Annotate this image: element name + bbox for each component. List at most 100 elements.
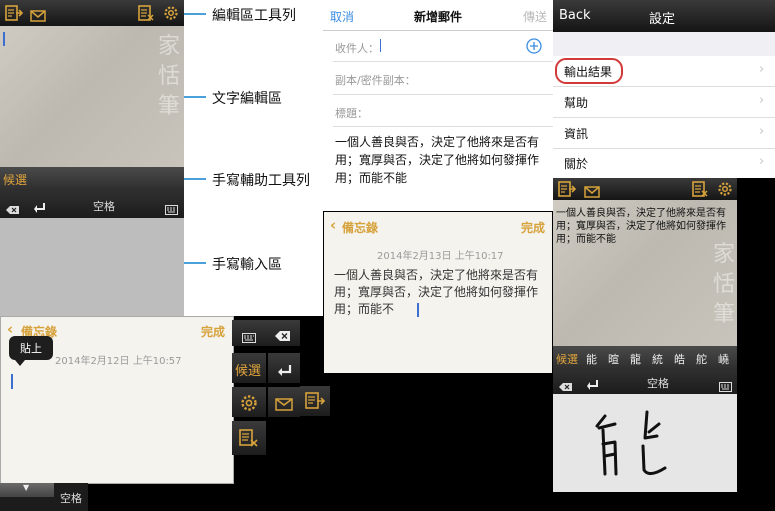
back-button[interactable]: Back [559, 8, 591, 23]
annotation-line [184, 96, 206, 98]
keyboard-icon[interactable] [165, 200, 178, 219]
app-panel-top-left: 家 恬 筆 候選 空格 [0, 0, 184, 316]
keyboard-button[interactable] [232, 320, 266, 346]
memo-done-button[interactable]: 完成 [201, 323, 225, 340]
handwriting-input-area[interactable] [553, 394, 737, 492]
export-button[interactable] [232, 421, 266, 455]
export-icon[interactable] [138, 5, 154, 25]
candidate-item[interactable]: 統 [652, 351, 663, 367]
to-field-cursor[interactable] [380, 39, 381, 52]
memo-screen: ‹ 備忘錄 完成 2014年2月13日 上午10:17 一個人善良與否，決定了他… [324, 212, 552, 373]
settings-spacer [553, 32, 775, 56]
space-key[interactable]: 空格 [60, 490, 82, 506]
candidate-item[interactable]: 皓 [674, 351, 685, 367]
email-compose-screen: 取消 新增郵件 傳送 收件人： 副本/密件副本： 標題： 一個人善良與否，決定了… [323, 0, 553, 211]
delete-icon[interactable] [6, 200, 20, 219]
text-cursor [417, 303, 419, 317]
candidate-label[interactable]: 候選 [556, 351, 578, 367]
watermark: 家 恬 筆 [713, 242, 736, 327]
candidate-item[interactable]: 嶢 [718, 351, 729, 367]
memo-body[interactable]: 一個人善良與否，決定了他將來是否有用；寬厚與否，決定了他將如何發揮作用；而能不 [334, 267, 544, 318]
divider [333, 94, 553, 95]
text-edit-area[interactable]: 家 恬 筆 [0, 26, 184, 167]
mail-icon[interactable] [30, 7, 46, 26]
memo-back-button[interactable]: 備忘錄 [342, 219, 378, 236]
compose-edit-icon[interactable] [5, 5, 24, 25]
gear-icon[interactable] [717, 181, 733, 201]
app-panel-right: 一個人善良與否，決定了他將來是否有用；寬厚與否，決定了他將如何發揮作用；而能不能… [553, 178, 737, 492]
settings-item[interactable]: 輸出結果 › [553, 56, 775, 87]
email-body[interactable]: 一個人善良與否，決定了他將來是否有用；寬厚與否，決定了他將如何發揮作用；而能不能 [335, 133, 547, 187]
memo-date: 2014年2月12日 上午10:57 [55, 356, 182, 367]
memo-date: 2014年2月13日 上午10:17 [377, 251, 504, 262]
mail-icon [275, 396, 293, 415]
return-icon [276, 362, 292, 381]
annotation-line [184, 178, 206, 180]
edit-toolbar [553, 178, 737, 200]
return-icon[interactable] [32, 199, 46, 218]
candidate-item[interactable]: 能 [586, 351, 597, 367]
chevron-down-icon: ▼ [23, 483, 30, 492]
candidate-button[interactable]: 候選 [232, 353, 266, 383]
compose-title: 新增郵件 [414, 10, 463, 24]
return-button[interactable] [268, 353, 300, 383]
mail-button[interactable] [268, 387, 300, 417]
cancel-button[interactable]: 取消 [330, 8, 354, 25]
candidate-item[interactable]: 舵 [696, 351, 707, 367]
compose-edit-icon[interactable] [558, 181, 577, 201]
settings-item-label: 資訊 [564, 127, 589, 141]
annotation-line [184, 262, 206, 264]
compose-button[interactable] [300, 386, 330, 416]
return-icon[interactable] [585, 376, 599, 395]
annotation-line [184, 13, 206, 15]
subject-label[interactable]: 標題： [335, 105, 368, 121]
text-cursor [11, 374, 13, 389]
annotation-edit-area: 文字編輯區 [212, 91, 282, 107]
gear-icon [240, 394, 258, 416]
text-content: 一個人善良與否，決定了他將來是否有用；寬厚與否，決定了他將如何發揮作用；而能不能 [556, 208, 726, 245]
chevron-right-icon: › [759, 93, 765, 108]
settings-navbar: Back 設定 [553, 0, 775, 32]
cc-label[interactable]: 副本/密件副本： [335, 72, 416, 88]
settings-item-label: 關於 [564, 157, 589, 171]
export-icon [239, 429, 259, 451]
annotation-handwriting-input: 手寫輸入區 [212, 257, 282, 273]
settings-button[interactable] [232, 387, 266, 417]
annotation-handwriting-toolbar: 手寫輔助工具列 [212, 173, 310, 189]
settings-item[interactable]: 幫助 › [553, 87, 775, 118]
text-cursor [3, 32, 5, 46]
candidate-label: 候選 [235, 364, 262, 379]
edit-toolbar [0, 0, 184, 26]
candidate-item[interactable]: 暄 [608, 351, 619, 367]
watermark: 家 恬 筆 [158, 34, 181, 119]
export-icon[interactable] [692, 181, 708, 201]
annotation-toolbar: 編輯區工具列 [212, 8, 296, 24]
candidate-bar: 候選 能 暄 龍 統 皓 舵 嶢 [553, 346, 737, 370]
space-key[interactable]: 空格 [647, 375, 669, 391]
settings-item[interactable]: 資訊 › [553, 118, 775, 149]
settings-item-label: 輸出結果 [564, 65, 613, 79]
paste-label: 貼上 [20, 342, 42, 355]
settings-title: 設定 [649, 12, 676, 27]
candidate-label[interactable]: 候選 [3, 171, 27, 188]
hide-keyboard-button[interactable]: ▼ [0, 483, 54, 497]
chevron-left-icon[interactable]: ‹ [330, 216, 336, 234]
text-edit-area[interactable]: 一個人善良與否，決定了他將來是否有用；寬厚與否，決定了他將如何發揮作用；而能不能… [553, 200, 737, 346]
add-contact-icon[interactable] [526, 38, 542, 58]
memo-done-button[interactable]: 完成 [521, 219, 545, 236]
space-key[interactable]: 空格 [93, 198, 115, 214]
paste-tooltip[interactable]: 貼上 [9, 336, 53, 360]
delete-icon [275, 327, 291, 346]
send-button[interactable]: 傳送 [523, 8, 547, 25]
divider [323, 30, 553, 31]
divider [333, 126, 553, 127]
settings-item[interactable]: 關於 › [553, 149, 775, 178]
candidate-bar: 候選 [0, 167, 184, 191]
keyboard-icon [242, 328, 256, 347]
candidate-item[interactable]: 龍 [630, 351, 641, 367]
handwriting-strokes [595, 410, 667, 476]
gear-icon[interactable] [163, 5, 179, 25]
handwriting-toolbar: 空格 [553, 370, 737, 394]
handwriting-input-area[interactable] [0, 218, 184, 316]
delete-button[interactable] [266, 320, 300, 346]
